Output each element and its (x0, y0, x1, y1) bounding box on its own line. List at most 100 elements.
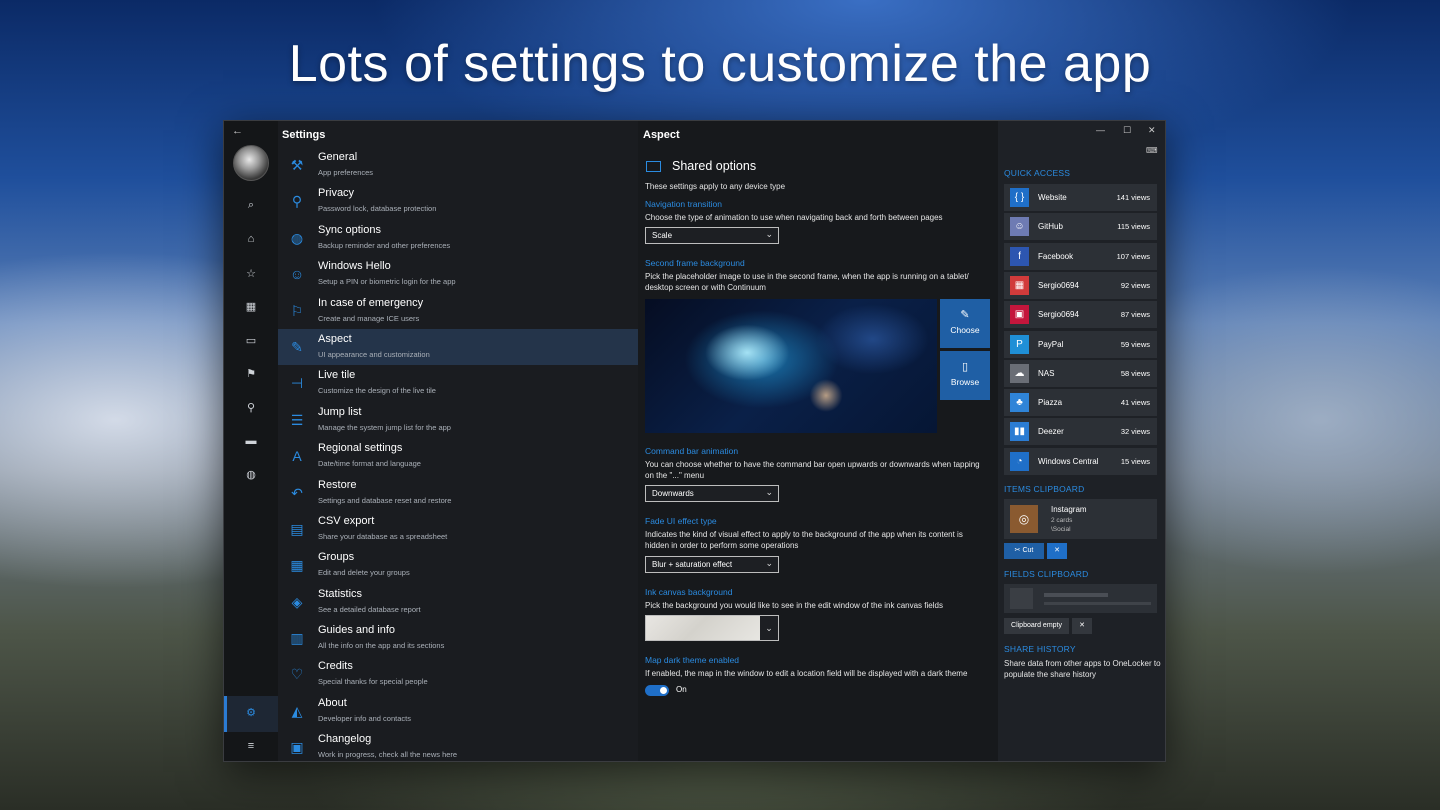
quick-access-item[interactable]: ▮▮ Deezer 32 views (1004, 418, 1157, 446)
settings-item-subtitle: Setup a PIN or biometric login for the a… (318, 277, 456, 287)
fade-ui-dropdown[interactable]: Blur + saturation effect ⌄ (645, 556, 779, 573)
service-icon: f (1010, 246, 1029, 266)
command-bar-value: Downwards (652, 489, 694, 498)
globe-icon[interactable]: ◍ (224, 468, 278, 481)
settings-item-title: Restore (318, 478, 357, 491)
settings-item-subtitle: Password lock, database protection (318, 204, 437, 214)
settings-item-subtitle: Customize the design of the live tile (318, 386, 436, 396)
quick-access-item[interactable]: { } Website 141 views (1004, 184, 1157, 211)
settings-item-subtitle: UI appearance and customization (318, 349, 430, 359)
clip-item-path: \Social (1051, 526, 1071, 533)
second-frame-preview (645, 299, 937, 433)
settings-item-title: Groups (318, 551, 355, 564)
grid-icon: ▦ (290, 557, 304, 574)
choose-button[interactable]: ✎ Choose (940, 299, 990, 348)
quick-access-name: Deezer (1038, 427, 1064, 437)
settings-item-title: Sync options (318, 223, 381, 236)
keyboard-icon[interactable]: ▬ (224, 435, 278, 447)
home-icon[interactable]: ⌂ (224, 233, 278, 245)
quick-access-item[interactable]: ☁ NAS 58 views (1004, 359, 1157, 387)
star-icon[interactable]: ☆ (224, 267, 278, 280)
nav-transition-value: Scale (652, 231, 673, 240)
browse-button[interactable]: ▯ Browse (940, 351, 990, 400)
quick-access-item[interactable]: ♣ Piazza 41 views (1004, 389, 1157, 417)
flag-icon[interactable]: ⚑ (224, 367, 278, 380)
clear-fields-button[interactable]: ✕ (1072, 618, 1092, 634)
nav-transition-dropdown[interactable]: Scale ⌄ (645, 227, 779, 244)
settings-item-title: About (318, 696, 347, 709)
quick-access-item[interactable]: ☺ GitHub 115 views (1004, 213, 1157, 241)
clipboard-item[interactable]: ◎ Instagram 2 cards \Social (1004, 499, 1157, 539)
nav-transition-heading: Navigation transition (645, 199, 723, 209)
fade-ui-desc-2: hidden in order to perform some operatio… (645, 541, 799, 550)
wrench-icon: ⚒ (290, 157, 304, 173)
quick-access-item[interactable]: P PayPal 59 views (1004, 330, 1157, 358)
card-icon[interactable]: ▭ (224, 334, 278, 347)
settings-item-aspect[interactable]: ✎ Aspect UI appearance and customization (278, 328, 638, 366)
quick-access-item[interactable]: ▣ Sergio0694 87 views (1004, 301, 1157, 329)
settings-item-restore[interactable]: ↶ Restore Settings and database reset and … (278, 475, 638, 511)
settings-item-title: Statistics (318, 587, 363, 600)
settings-item-general[interactable]: ⚒ General App preferences (278, 147, 638, 183)
choose-label: Choose (950, 325, 980, 335)
settings-icon[interactable]: ⚙ (224, 706, 278, 719)
service-icon: ☁ (1010, 363, 1029, 383)
quick-access-name: Piazza (1038, 398, 1063, 408)
maximize-button[interactable]: ☐ (1123, 125, 1131, 136)
quick-access-item[interactable]: f Facebook 107 views (1004, 242, 1157, 270)
minimize-button[interactable]: — (1096, 125, 1105, 135)
settings-item-regional-settings[interactable]: A Regional settings Date/time format and l… (278, 438, 638, 474)
quick-access-views: 141 views (1116, 193, 1150, 202)
quick-access-name: Windows Central (1038, 456, 1099, 466)
grid-icon[interactable]: ▦ (224, 300, 278, 313)
quick-access-name: Sergio0694 (1038, 310, 1079, 320)
avatar[interactable] (233, 145, 269, 181)
close-button[interactable]: ✕ (1148, 125, 1156, 136)
menu-icon[interactable]: ≡ (224, 740, 278, 752)
page-title: Aspect (643, 129, 680, 141)
second-frame-heading: Second frame background (645, 258, 745, 268)
settings-item-title: Regional settings (318, 442, 403, 455)
settings-item-jump-list[interactable]: ☰ Jump list Manage the system jump list fo… (278, 402, 638, 438)
service-icon: ▣ (1010, 305, 1029, 325)
settings-item-subtitle: See a detailed database report (318, 604, 421, 614)
service-icon: { } (1010, 188, 1029, 207)
ink-canvas-picker[interactable]: ⌄ (645, 615, 779, 641)
settings-item-sync-options[interactable]: ◍ Sync options Backup reminder and other p… (278, 220, 638, 256)
smile-icon: ☺ (289, 266, 305, 283)
settings-item-title: Aspect (318, 332, 352, 345)
clear-items-button[interactable]: ✕ (1047, 543, 1067, 559)
map-dark-state: On (676, 685, 687, 694)
search-icon[interactable]: ⌕ (224, 199, 278, 212)
quick-access-views: 58 views (1120, 368, 1150, 378)
section-desc: These settings apply to any device type (645, 182, 786, 191)
service-icon: ▮▮ (1010, 422, 1029, 442)
back-button[interactable]: ← (232, 125, 243, 137)
settings-item-about[interactable]: ◭ About Developer info and contacts (278, 693, 638, 729)
heart-icon: ♡ (290, 666, 304, 683)
service-icon: ☺ (1010, 217, 1029, 237)
cut-button[interactable]: ✂ Cut (1004, 543, 1044, 559)
settings-item-groups[interactable]: ▦ Groups Edit and delete your groups (278, 547, 638, 583)
list-icon: ☰ (290, 411, 304, 428)
settings-item-credits[interactable]: ♡ Credits Special thanks for special peopl… (278, 656, 638, 692)
quick-access-item[interactable]: ▦ Sergio0694 92 views (1004, 271, 1157, 299)
settings-item-in-case-of-emergency[interactable]: ⚐ In case of emergency Create and manage I… (278, 293, 638, 329)
map-dark-toggle[interactable] (645, 685, 669, 696)
quick-access-item[interactable]: ◔ Windows Central 15 views (1004, 447, 1157, 475)
settings-item-subtitle: Create and manage ICE users (318, 313, 420, 323)
settings-item-privacy[interactable]: ⚲ Privacy Password lock, database protecti… (278, 183, 638, 219)
keyboard-toggle-icon[interactable]: ⌨ (1146, 146, 1158, 155)
key-icon[interactable]: ⚲ (224, 401, 278, 414)
settings-item-statistics[interactable]: ◈ Statistics See a detailed database repor… (278, 584, 638, 620)
quick-access-views: 115 views (1117, 222, 1150, 232)
command-bar-dropdown[interactable]: Downwards ⌄ (645, 485, 779, 502)
settings-item-live-tile[interactable]: ⊣ Live tile Customize the design of the li… (278, 365, 638, 401)
share-history-desc: Share data from other apps to OneLocker … (1004, 659, 1161, 679)
settings-item-csv-export[interactable]: ▤ CSV export Share your database as a spre… (278, 511, 638, 547)
settings-item-changelog[interactable]: ▣ Changelog Work in progress, check all th… (278, 729, 638, 761)
quick-access-name: Facebook (1038, 251, 1074, 261)
settings-item-windows-hello[interactable]: ☺ Windows Hello Setup a PIN or biometric l… (278, 256, 638, 292)
second-frame-desc-2: desktop screen or with Continuum (645, 283, 766, 292)
settings-item-guides-and-info[interactable]: ▥ Guides and info All the info on the app … (278, 620, 638, 656)
